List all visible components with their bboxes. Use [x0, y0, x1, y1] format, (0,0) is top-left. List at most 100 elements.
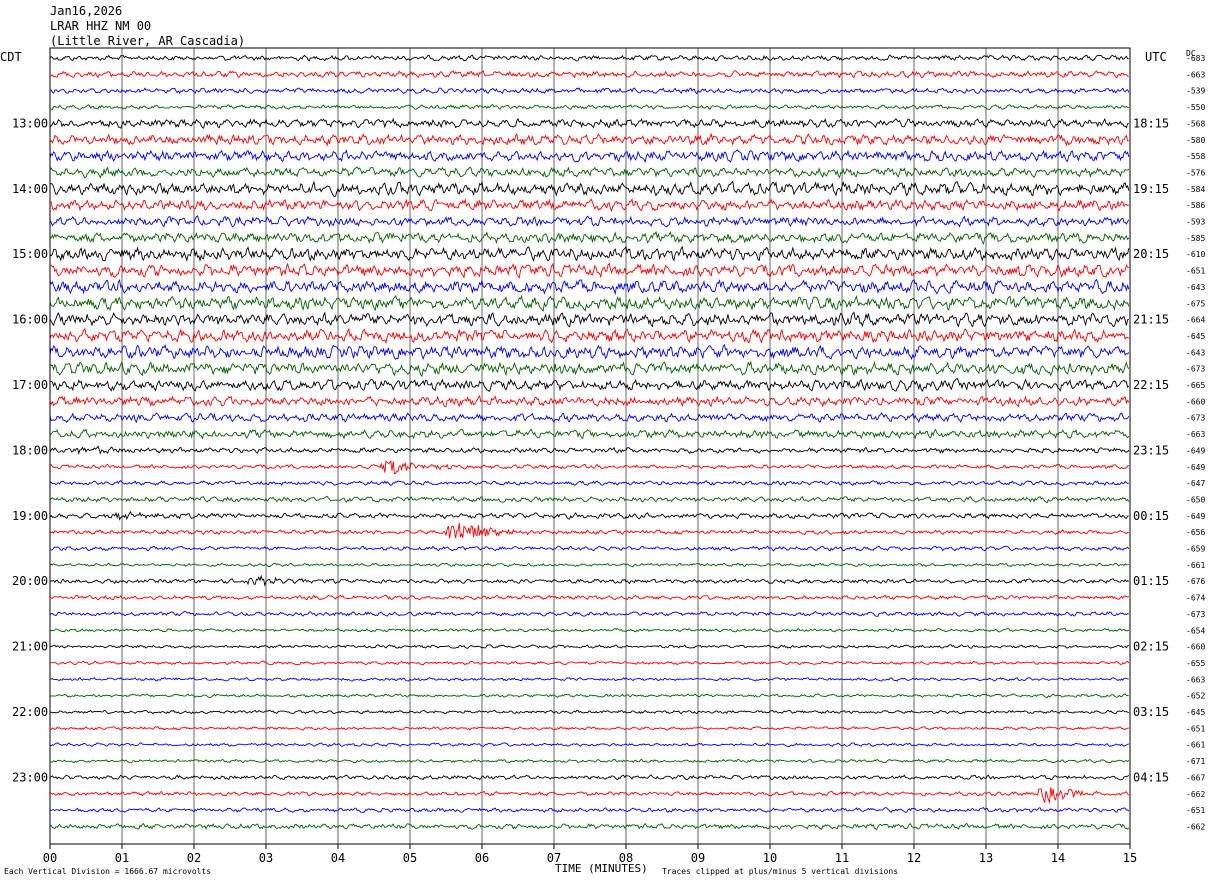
x-tick-label: 12 — [907, 851, 921, 865]
dc-offset-label: -671 — [1186, 757, 1205, 766]
seismic-trace — [49, 428, 1130, 440]
seismic-trace — [49, 412, 1130, 424]
dc-offset-label: -584 — [1186, 185, 1205, 194]
seismic-trace — [49, 522, 1129, 539]
x-tick-label: 00 — [43, 851, 57, 865]
left-hour-label: 14:00 — [12, 182, 48, 196]
plot-frame — [49, 47, 1131, 845]
dc-offset-label: -645 — [1186, 332, 1205, 341]
dc-offset-label: -656 — [1186, 528, 1205, 537]
helicorder-plot: 00 01 02 03 04 05 06 07 08 09 10 11 12 13 14 15-683-663… — [12, 47, 1205, 865]
dc-offset-label: -664 — [1186, 316, 1205, 325]
dc-offset-label: -647 — [1186, 479, 1205, 488]
seismic-trace — [49, 54, 1129, 62]
left-hour-label: 16:00 — [12, 313, 48, 327]
seismic-trace — [49, 262, 1129, 279]
right-hour-label: 04:15 — [1133, 770, 1169, 784]
dc-offset-label: -662 — [1186, 790, 1205, 799]
seismic-trace — [49, 611, 1129, 617]
x-tick-label: 11 — [835, 851, 849, 865]
seismic-trace — [49, 70, 1129, 79]
dc-offset-label: -665 — [1186, 381, 1205, 390]
seismic-trace — [49, 117, 1129, 129]
x-axis-label: TIME (MINUTES) — [555, 862, 648, 875]
x-tick-label: 10 — [763, 851, 777, 865]
dc-offset-label: -649 — [1186, 463, 1205, 472]
dc-offset-label: -649 — [1186, 446, 1205, 455]
left-hour-label: 20:00 — [12, 574, 48, 588]
seismic-trace — [49, 132, 1130, 147]
dc-offset-label: -650 — [1186, 495, 1205, 504]
x-tick-label: 06 — [475, 851, 489, 865]
right-hour-label: 00:15 — [1133, 509, 1169, 523]
dc-offset-label: -660 — [1186, 397, 1205, 406]
seismic-trace — [49, 510, 1129, 521]
dc-offset-label: -661 — [1186, 741, 1205, 750]
dc-offset-label: -651 — [1186, 267, 1205, 276]
seismic-trace — [49, 215, 1130, 228]
dc-offset-label: -662 — [1186, 822, 1205, 831]
left-hour-label: 15:00 — [12, 247, 48, 261]
seismic-trace — [49, 787, 1130, 804]
seismic-trace — [49, 166, 1130, 179]
seismic-trace — [49, 180, 1130, 198]
x-tick-label: 13 — [979, 851, 993, 865]
x-tick-label: 05 — [403, 851, 417, 865]
x-tick-label: 01 — [115, 851, 129, 865]
dc-offset-label: -643 — [1186, 283, 1205, 292]
dc-offset-label: -645 — [1186, 708, 1205, 717]
scale-note: Each Vertical Division = 1666.67 microvo… — [4, 867, 212, 876]
dc-offset-label: -663 — [1186, 70, 1205, 79]
seismic-trace — [49, 644, 1129, 649]
dc-offset-label: -673 — [1186, 414, 1205, 423]
dc-offset-label: -651 — [1186, 806, 1205, 815]
dc-offset-label: -654 — [1186, 626, 1205, 635]
right-hour-label: 23:15 — [1133, 443, 1169, 457]
right-hour-label: 21:15 — [1133, 313, 1169, 327]
seismic-trace — [49, 562, 1130, 568]
seismic-trace — [49, 459, 1129, 475]
seismic-trace — [49, 594, 1129, 601]
x-tick-label: 03 — [259, 851, 273, 865]
dc-offset-label: -676 — [1186, 577, 1205, 586]
seismic-trace — [49, 480, 1129, 487]
seismic-trace — [49, 709, 1129, 715]
seismic-trace — [49, 758, 1130, 764]
dc-offset-label: -610 — [1186, 250, 1205, 259]
dc-offset-label: -663 — [1186, 430, 1205, 439]
dc-offset-label: -550 — [1186, 103, 1205, 112]
x-tick-label: 02 — [187, 851, 201, 865]
seismic-trace — [49, 774, 1130, 781]
dc-offset-label: -663 — [1186, 675, 1205, 684]
dc-offset-label: -660 — [1186, 643, 1205, 652]
clip-note: Traces clipped at plus/minus 5 vertical … — [662, 867, 899, 876]
dc-offset-label: -586 — [1186, 201, 1205, 210]
dc-offset-label: -673 — [1186, 610, 1205, 619]
left-hour-label: 21:00 — [12, 640, 48, 654]
dc-offset-label: -673 — [1186, 365, 1205, 374]
seismic-trace — [49, 343, 1130, 361]
x-tick-label: 04 — [331, 851, 345, 865]
seismic-trace — [49, 726, 1129, 731]
dc-offset-label: -593 — [1186, 218, 1205, 227]
seismic-trace — [49, 742, 1130, 747]
seismic-trace — [49, 660, 1130, 666]
right-hour-label: 20:15 — [1133, 247, 1169, 261]
x-tick-label: 15 — [1123, 851, 1137, 865]
seismic-trace — [49, 278, 1130, 296]
right-hour-label: 22:15 — [1133, 378, 1169, 392]
seismic-trace — [49, 677, 1129, 682]
left-hour-label: 19:00 — [12, 509, 48, 523]
left-hour-label: 22:00 — [12, 705, 48, 719]
right-hour-label: 03:15 — [1133, 705, 1169, 719]
seismic-trace — [49, 87, 1130, 95]
seismic-trace — [49, 245, 1130, 262]
dc-offset-label: -674 — [1186, 594, 1205, 603]
seismic-trace — [49, 360, 1130, 378]
left-hour-label: 18:00 — [12, 443, 48, 457]
dc-offset-label: -659 — [1186, 545, 1205, 554]
dc-offset-label: -675 — [1186, 299, 1205, 308]
seismic-trace — [50, 545, 1130, 552]
seismic-trace — [49, 104, 1129, 111]
seismic-trace — [49, 627, 1130, 633]
